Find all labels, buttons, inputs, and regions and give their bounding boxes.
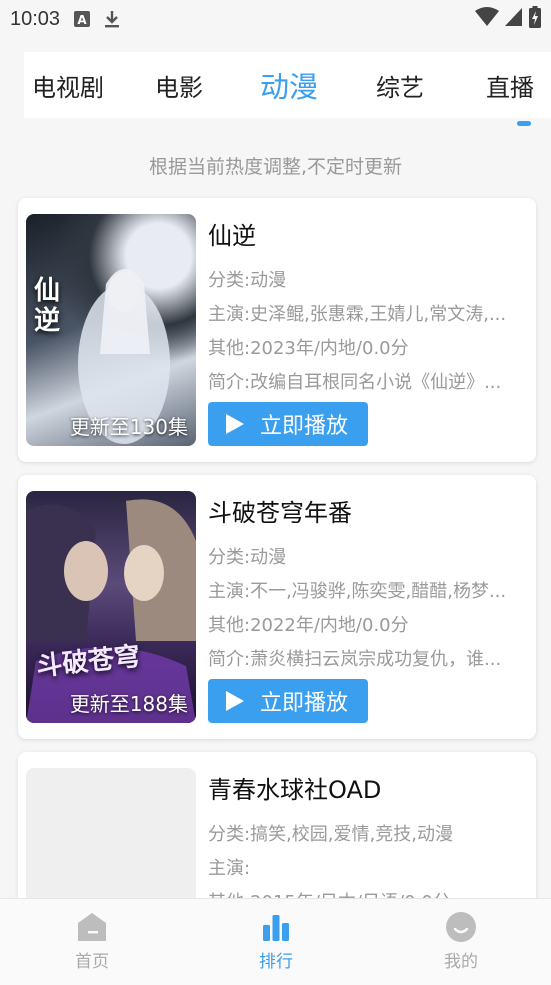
tab-anime[interactable]: 动漫 [260,52,531,126]
item-title: 仙逆 [208,222,256,250]
play-icon [226,691,244,711]
play-now-button[interactable]: 立即播放 [208,402,368,446]
nav-mine-label: 我的 [444,952,478,972]
nav-mine[interactable]: 我的 [416,911,506,972]
list-item[interactable]: 仙逆 更新至130集 仙逆 分类:动漫 主演:史泽鲲,张惠霖,王婧儿,常文涛,.… [18,198,536,462]
item-other: 其他:2022年/内地/0.0分 [208,615,409,636]
item-category: 分类:搞笑,校园,爱情,竞技,动漫 [208,824,453,845]
nav-home-label: 首页 [75,952,109,972]
item-cast: 主演:不一,冯骏骅,陈奕雯,醋醋,杨梦... [208,581,507,602]
tab-tv-series[interactable]: 电视剧 [32,52,104,118]
item-other: 其他:2015年/日本/日语/0.0分 [208,886,530,898]
svg-text:A: A [77,13,87,27]
download-icon [104,10,120,28]
item-info: 青春水球社OAD 分类:搞笑,校园,爱情,竞技,动漫 主演: 其他:2015年/… [208,772,530,898]
item-title: 斗破苍穹年番 [208,499,352,527]
play-icon [226,414,244,434]
category-tabs: 电视剧 电影 动漫 综艺 直播 [24,52,551,126]
item-title: 青春水球社OAD [208,776,382,804]
bar-chart-icon [263,915,289,941]
home-icon [78,913,106,941]
item-other: 其他:2023年/内地/0.0分 [208,338,409,359]
status-time: 10:03 [10,7,61,30]
play-now-button[interactable]: 立即播放 [208,679,368,723]
item-info: 斗破苍穹年番 分类:动漫 主演:不一,冯骏骅,陈奕雯,醋醋,杨梦... 其他:2… [208,495,530,723]
cell-signal-icon [505,7,523,31]
tab-variety[interactable]: 综艺 [376,52,424,118]
wifi-icon [475,7,499,31]
tab-live[interactable]: 直播 [486,52,534,118]
item-intro: 简介:改编自耳根同名小说《仙逆》... [208,372,502,393]
episode-badge: 更新至130集 [69,415,188,439]
ranking-list[interactable]: 仙逆 更新至130集 仙逆 分类:动漫 主演:史泽鲲,张惠霖,王婧儿,常文涛,.… [0,196,551,898]
episode-badge: 更新至188集 [69,692,188,716]
tab-movies[interactable]: 电影 [155,52,203,118]
item-intro: 简介:萧炎横扫云岚宗成功复仇，谁... [208,649,502,670]
play-now-label: 立即播放 [260,414,349,439]
tab-active-indicator [517,121,531,126]
battery-icon [529,6,541,32]
item-cast: 主演:史泽鲲,张惠霖,王婧儿,常文涛,... [208,304,507,325]
item-info: 仙逆 分类:动漫 主演:史泽鲲,张惠霖,王婧儿,常文涛,... 其他:2023年… [208,218,530,446]
list-item[interactable]: 斗破苍穹 更新至188集 斗破苍穹年番 分类:动漫 主演:不一,冯骏骅,陈奕雯,… [18,475,536,739]
poster-placeholder[interactable] [26,768,196,898]
play-now-label: 立即播放 [260,691,349,716]
poster-title-art: 仙逆 [34,276,61,336]
poster-image[interactable]: 仙逆 更新至130集 [26,214,196,446]
item-category: 分类:动漫 [208,547,287,568]
nav-ranking[interactable]: 排行 [231,911,321,972]
nav-home[interactable]: 首页 [47,911,137,972]
item-category: 分类:动漫 [208,270,287,291]
font-notification-icon: A [74,11,91,27]
ranking-hint: 根据当前热度调整,不定时更新 [148,156,403,178]
bottom-nav: 首页 排行 我的 [0,898,551,985]
tab-anime-label: 动漫 [260,70,319,104]
smile-icon [446,912,476,942]
poster-image[interactable]: 斗破苍穹 更新至188集 [26,491,196,723]
status-right [475,6,541,32]
nav-ranking-label: 排行 [259,952,293,972]
status-bar: 10:03 A [0,0,551,38]
list-item[interactable]: 青春水球社OAD 分类:搞笑,校园,爱情,竞技,动漫 主演: 其他:2015年/… [18,752,536,898]
item-cast: 主演: [208,858,251,879]
